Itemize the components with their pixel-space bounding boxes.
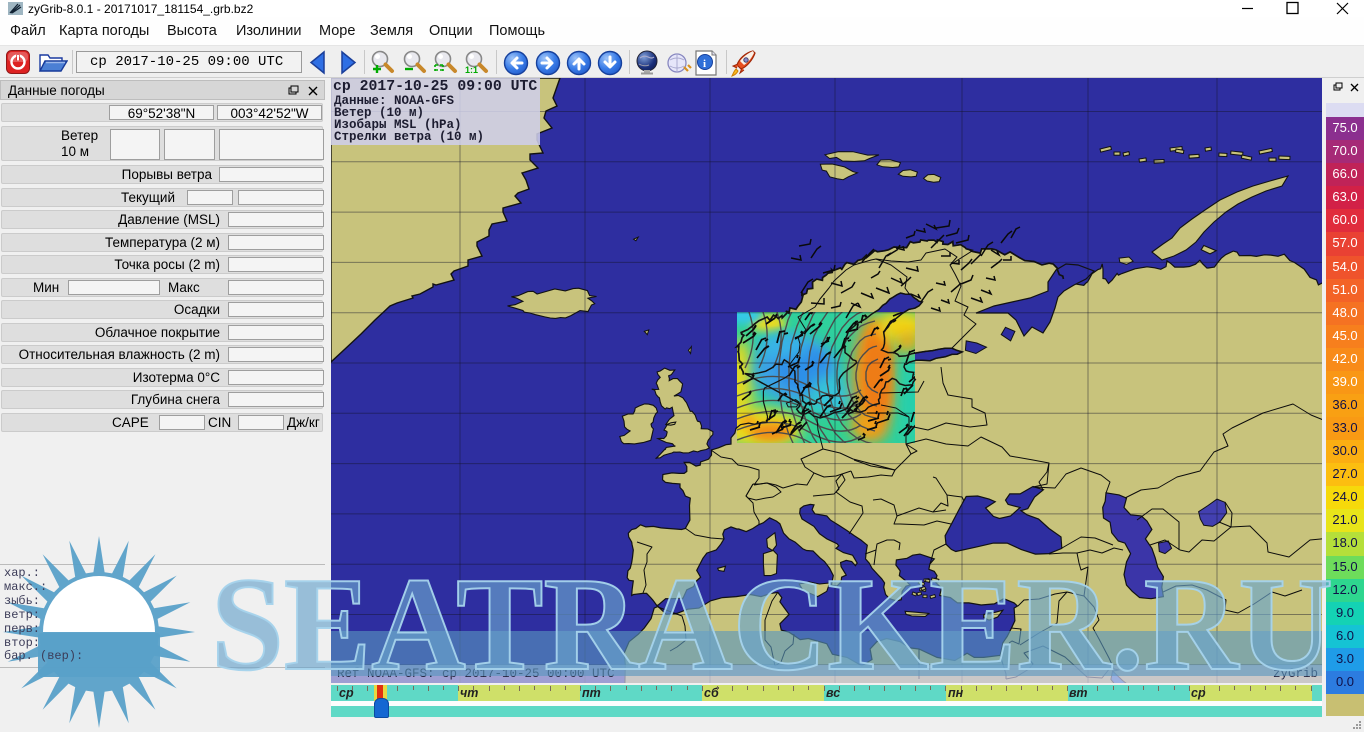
svg-text:i: i — [703, 58, 706, 70]
svg-text:1:1: 1:1 — [465, 65, 478, 75]
